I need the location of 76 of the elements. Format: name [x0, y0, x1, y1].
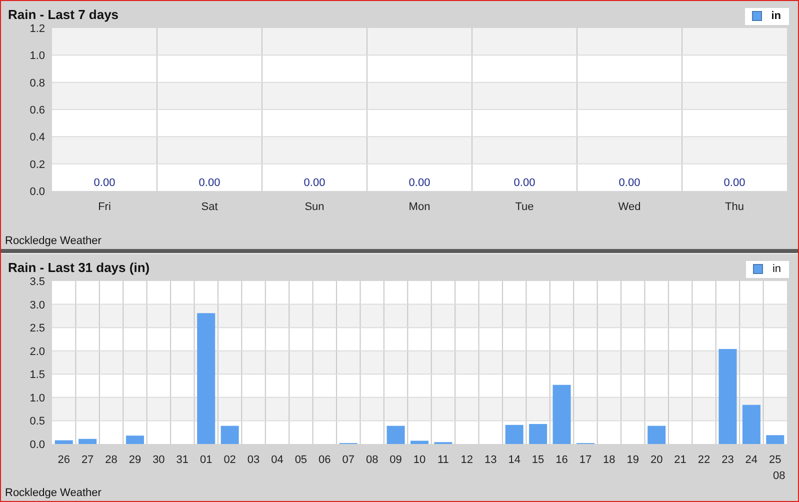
x-axis-label: Thu [725, 201, 744, 213]
value-label: 0.00 [408, 177, 430, 189]
x-axis-label: 08 [366, 454, 378, 466]
value-label: 0.00 [304, 177, 326, 189]
bar [742, 404, 760, 444]
x-axis-label: 07 [342, 454, 354, 466]
x-axis-label: Wed [618, 201, 641, 213]
x-axis-label: 06 [318, 454, 331, 466]
station-name: Rockledge Weather [5, 235, 102, 248]
x-axis-label: Fri [98, 201, 111, 213]
x-axis-label: 25 [769, 454, 782, 466]
bar [552, 384, 571, 444]
y-tick-label: 1.2 [30, 23, 45, 35]
x-axis-label: Tue [515, 201, 534, 213]
x-axis-label: 15 [532, 454, 544, 466]
legend-label: in [771, 10, 781, 22]
bar [126, 436, 144, 444]
x-axis-label: 22 [698, 454, 710, 466]
bar [766, 435, 784, 444]
x-axis-label: 14 [508, 454, 520, 466]
y-tick-label: 1.0 [30, 50, 45, 62]
y-tick-label: 2.5 [30, 322, 45, 335]
x-axis-label: 26 [58, 454, 70, 466]
x-axis-label: 12 [460, 454, 474, 466]
y-tick-label: 1.0 [30, 392, 45, 404]
x-axis-label: 02 [224, 454, 236, 466]
x-axis-label: 24 [745, 454, 758, 466]
x-axis-label: Sun [304, 201, 324, 213]
y-tick-label: 0.0 [30, 439, 45, 451]
x-axis-label: 04 [271, 454, 284, 466]
x-axis-label: 19 [626, 454, 639, 466]
y-tick-label: 2.0 [30, 346, 45, 358]
x-axis-label: 11 [438, 454, 449, 466]
chart-title: Rain - Last 7 days [8, 7, 119, 22]
x-axis-label: 29 [128, 454, 142, 466]
value-label: 0.00 [198, 177, 220, 189]
value-label: 0.00 [94, 177, 116, 189]
x-axis-label: 21 [674, 454, 686, 466]
bar [54, 440, 73, 444]
value-label: 0.00 [514, 177, 536, 189]
bar [410, 440, 428, 444]
y-tick-label: 0.2 [30, 158, 45, 171]
x-axis-label: 27 [81, 454, 94, 466]
x-axis-label: 31 [176, 454, 189, 466]
y-tick-label: 0.0 [30, 186, 45, 198]
x-axis-label: 09 [390, 454, 402, 466]
chart-title: Rain - Last 31 days (in) [8, 260, 150, 275]
value-label: 0.00 [618, 177, 640, 189]
y-tick-label: 3.5 [30, 276, 45, 288]
legend-label: in [772, 263, 781, 275]
x-axis-label: 28 [105, 454, 118, 466]
x-axis-label: 23 [722, 454, 734, 466]
y-tick-label: 0.6 [30, 104, 45, 116]
bar [78, 438, 97, 444]
y-tick-label: 0.4 [30, 132, 45, 144]
x-axis-label: 05 [294, 454, 308, 466]
x-axis-label: 16 [556, 454, 568, 466]
value-label: 0.00 [724, 177, 746, 189]
x-axis-label: Mon [408, 201, 430, 213]
y-tick-label: 3.0 [30, 299, 45, 312]
x-axis-label: 13 [484, 454, 497, 466]
x-axis-label: 18 [603, 454, 616, 466]
x-axis-label: 01 [200, 454, 212, 466]
y-tick-label: 1.5 [30, 369, 45, 382]
x-axis-label: Sat [201, 201, 218, 213]
month-label: 08 [773, 470, 786, 482]
y-tick-label: 0.5 [30, 416, 45, 428]
x-axis-label: 10 [413, 454, 426, 466]
x-axis-label: 30 [152, 454, 165, 466]
x-axis-label: 03 [247, 454, 260, 466]
x-axis-label: 17 [579, 454, 592, 466]
station-name: Rockledge Weather [5, 487, 102, 500]
bar [529, 424, 548, 444]
y-tick-label: 0.8 [30, 77, 45, 90]
bar [648, 426, 666, 444]
x-axis-label: 20 [650, 454, 663, 466]
